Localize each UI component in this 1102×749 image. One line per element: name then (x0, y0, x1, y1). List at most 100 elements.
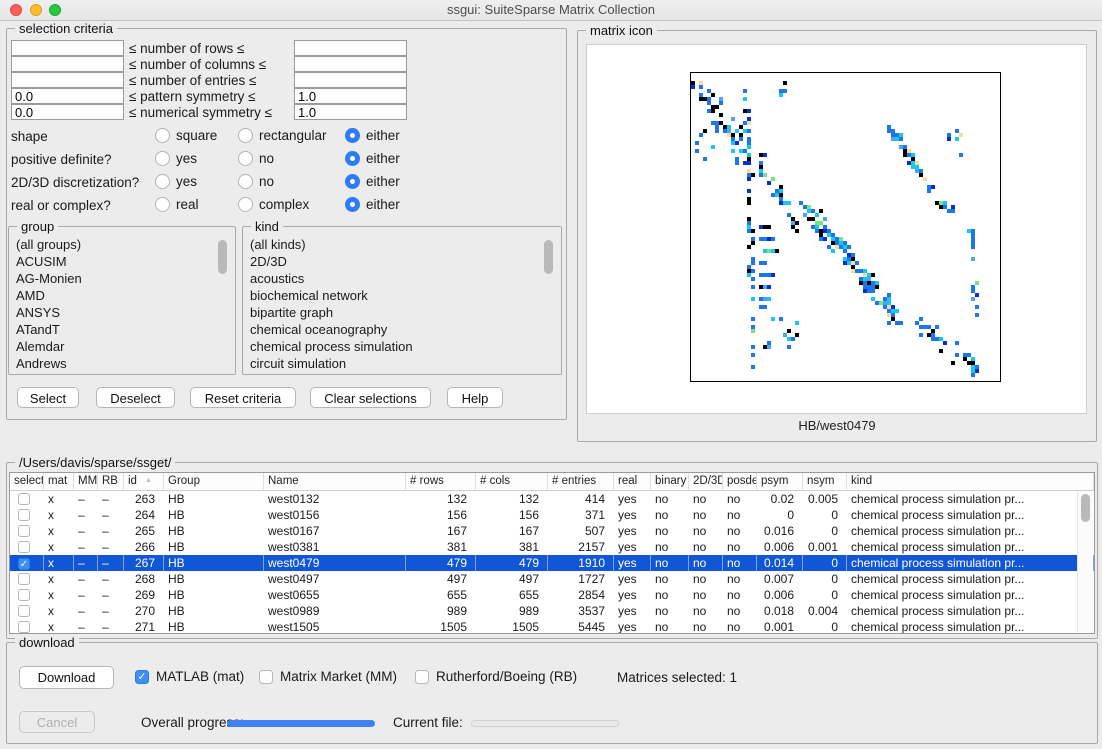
list-item[interactable]: AG-Monien (16, 270, 232, 287)
list-item[interactable]: Alemdar (16, 338, 232, 355)
criteria-max-input-3[interactable] (294, 88, 407, 104)
table-row[interactable]: x––266HBwest03813813812157yesnonono0.006… (10, 539, 1094, 555)
select-button[interactable]: Select (17, 387, 79, 408)
format-checkbox-rutherford-boeing-rb-[interactable]: Rutherford/Boeing (RB) (415, 669, 577, 684)
radio-icon[interactable] (155, 128, 170, 143)
list-item[interactable]: biochemical network (250, 287, 558, 304)
kind-scrollbar-thumb[interactable] (544, 240, 553, 274)
criteria-max-input-1[interactable] (294, 56, 407, 72)
radio-option-yes[interactable]: yes (155, 174, 197, 189)
column-header-psym[interactable]: psym (757, 473, 803, 490)
column-header-group[interactable]: Group (164, 473, 264, 490)
radio-icon[interactable] (155, 151, 170, 166)
table-row[interactable]: x––263HBwest0132132132414yesnonono0.020.… (10, 491, 1094, 507)
row-select-checkbox[interactable] (18, 621, 30, 633)
criteria-min-input-4[interactable] (11, 104, 124, 120)
checkbox-icon[interactable] (415, 670, 429, 684)
column-header-kind[interactable]: kind (847, 473, 1094, 490)
row-select-checkbox[interactable] (18, 541, 30, 553)
column-header-real[interactable]: real (614, 473, 651, 490)
radio-icon[interactable] (345, 128, 360, 143)
checkbox-icon[interactable]: ✓ (135, 670, 149, 684)
row-select-checkbox[interactable] (18, 573, 30, 585)
list-item[interactable]: circuit simulation (250, 355, 558, 371)
criteria-max-input-4[interactable] (294, 104, 407, 120)
list-item[interactable]: chemical oceanography (250, 321, 558, 338)
column-header-select[interactable]: select (10, 473, 44, 490)
radio-option-real[interactable]: real (155, 197, 199, 212)
radio-icon[interactable] (238, 174, 253, 189)
column-header-rb[interactable]: RB (98, 473, 124, 490)
criteria-min-input-0[interactable] (11, 40, 124, 56)
list-item[interactable]: bipartite graph (250, 304, 558, 321)
table-row[interactable]: x––264HBwest0156156156371yesnonono00chem… (10, 507, 1094, 523)
list-item[interactable]: acoustics (250, 270, 558, 287)
column-header-nsym[interactable]: nsym (803, 473, 847, 490)
radio-icon[interactable] (155, 174, 170, 189)
criteria-min-input-1[interactable] (11, 56, 124, 72)
radio-icon[interactable] (238, 197, 253, 212)
row-select-checkbox[interactable]: ✓ (18, 558, 30, 570)
format-checkbox-matrix-market-mm-[interactable]: Matrix Market (MM) (259, 669, 397, 684)
table-scrollbar-thumb[interactable] (1081, 494, 1090, 522)
list-item[interactable]: AMD (16, 287, 232, 304)
table-row[interactable]: ✓x––267HBwest04794794791910yesnonono0.01… (10, 555, 1094, 571)
table-row[interactable]: x––269HBwest06556556552854yesnonono0.006… (10, 587, 1094, 603)
list-item[interactable]: Andrews (16, 355, 232, 371)
table-scrollbar[interactable] (1077, 491, 1093, 632)
group-scrollbar[interactable] (216, 238, 229, 367)
radio-option-either[interactable]: either (345, 174, 400, 189)
table-row[interactable]: x––271HBwest1505150515055445yesnonono0.0… (10, 619, 1094, 634)
list-item[interactable]: ATandT (16, 321, 232, 338)
radio-option-square[interactable]: square (155, 128, 217, 143)
row-select-checkbox[interactable] (18, 525, 30, 537)
row-select-checkbox[interactable] (18, 509, 30, 521)
criteria-max-input-0[interactable] (294, 40, 407, 56)
download-button[interactable]: Download (19, 666, 114, 689)
column-header-name[interactable]: Name (264, 473, 406, 490)
cancel-button[interactable]: Cancel (19, 711, 95, 733)
list-item[interactable]: (all groups) (16, 236, 232, 253)
radio-option-no[interactable]: no (238, 151, 274, 166)
help-button[interactable]: Help (447, 387, 503, 408)
deselect-button[interactable]: Deselect (96, 387, 175, 408)
criteria-min-input-2[interactable] (11, 72, 124, 88)
column-header-posdef[interactable]: posdef (723, 473, 757, 490)
list-item[interactable]: (all kinds) (250, 236, 558, 253)
reset-criteria-button[interactable]: Reset criteria (190, 387, 296, 408)
list-item[interactable]: ANSYS (16, 304, 232, 321)
column-header-id[interactable]: id▲ (124, 473, 164, 490)
column-header-binary[interactable]: binary (651, 473, 689, 490)
column-header-mm[interactable]: MM (74, 473, 98, 490)
radio-option-either[interactable]: either (345, 128, 400, 143)
clear-selections-button[interactable]: Clear selections (310, 387, 431, 408)
radio-option-no[interactable]: no (238, 174, 274, 189)
column-header-mat[interactable]: mat (44, 473, 74, 490)
radio-option-rectangular[interactable]: rectangular (238, 128, 327, 143)
column-header--cols[interactable]: # cols (476, 473, 548, 490)
row-select-checkbox[interactable] (18, 493, 30, 505)
radio-option-either[interactable]: either (345, 151, 400, 166)
format-checkbox-matlab-mat-[interactable]: ✓MATLAB (mat) (135, 669, 244, 684)
list-item[interactable]: ACUSIM (16, 253, 232, 270)
radio-option-yes[interactable]: yes (155, 151, 197, 166)
checkbox-icon[interactable] (259, 670, 273, 684)
criteria-min-input-3[interactable] (11, 88, 124, 104)
radio-icon[interactable] (238, 151, 253, 166)
kind-scrollbar[interactable] (542, 238, 555, 367)
column-header--entries[interactable]: # entries (548, 473, 614, 490)
list-item[interactable]: 2D/3D (250, 253, 558, 270)
table-row[interactable]: x––270HBwest09899899893537yesnonono0.018… (10, 603, 1094, 619)
table-row[interactable]: x––265HBwest0167167167507yesnonono0.0160… (10, 523, 1094, 539)
column-header-2d-3d[interactable]: 2D/3D (689, 473, 723, 490)
list-item[interactable]: chemical process simulation (250, 338, 558, 355)
row-select-checkbox[interactable] (18, 589, 30, 601)
radio-icon[interactable] (345, 151, 360, 166)
column-header--rows[interactable]: # rows (406, 473, 476, 490)
radio-icon[interactable] (345, 197, 360, 212)
radio-icon[interactable] (155, 197, 170, 212)
radio-icon[interactable] (238, 128, 253, 143)
table-row[interactable]: x––268HBwest04974974971727yesnonono0.007… (10, 571, 1094, 587)
criteria-max-input-2[interactable] (294, 72, 407, 88)
group-scrollbar-thumb[interactable] (218, 240, 227, 274)
